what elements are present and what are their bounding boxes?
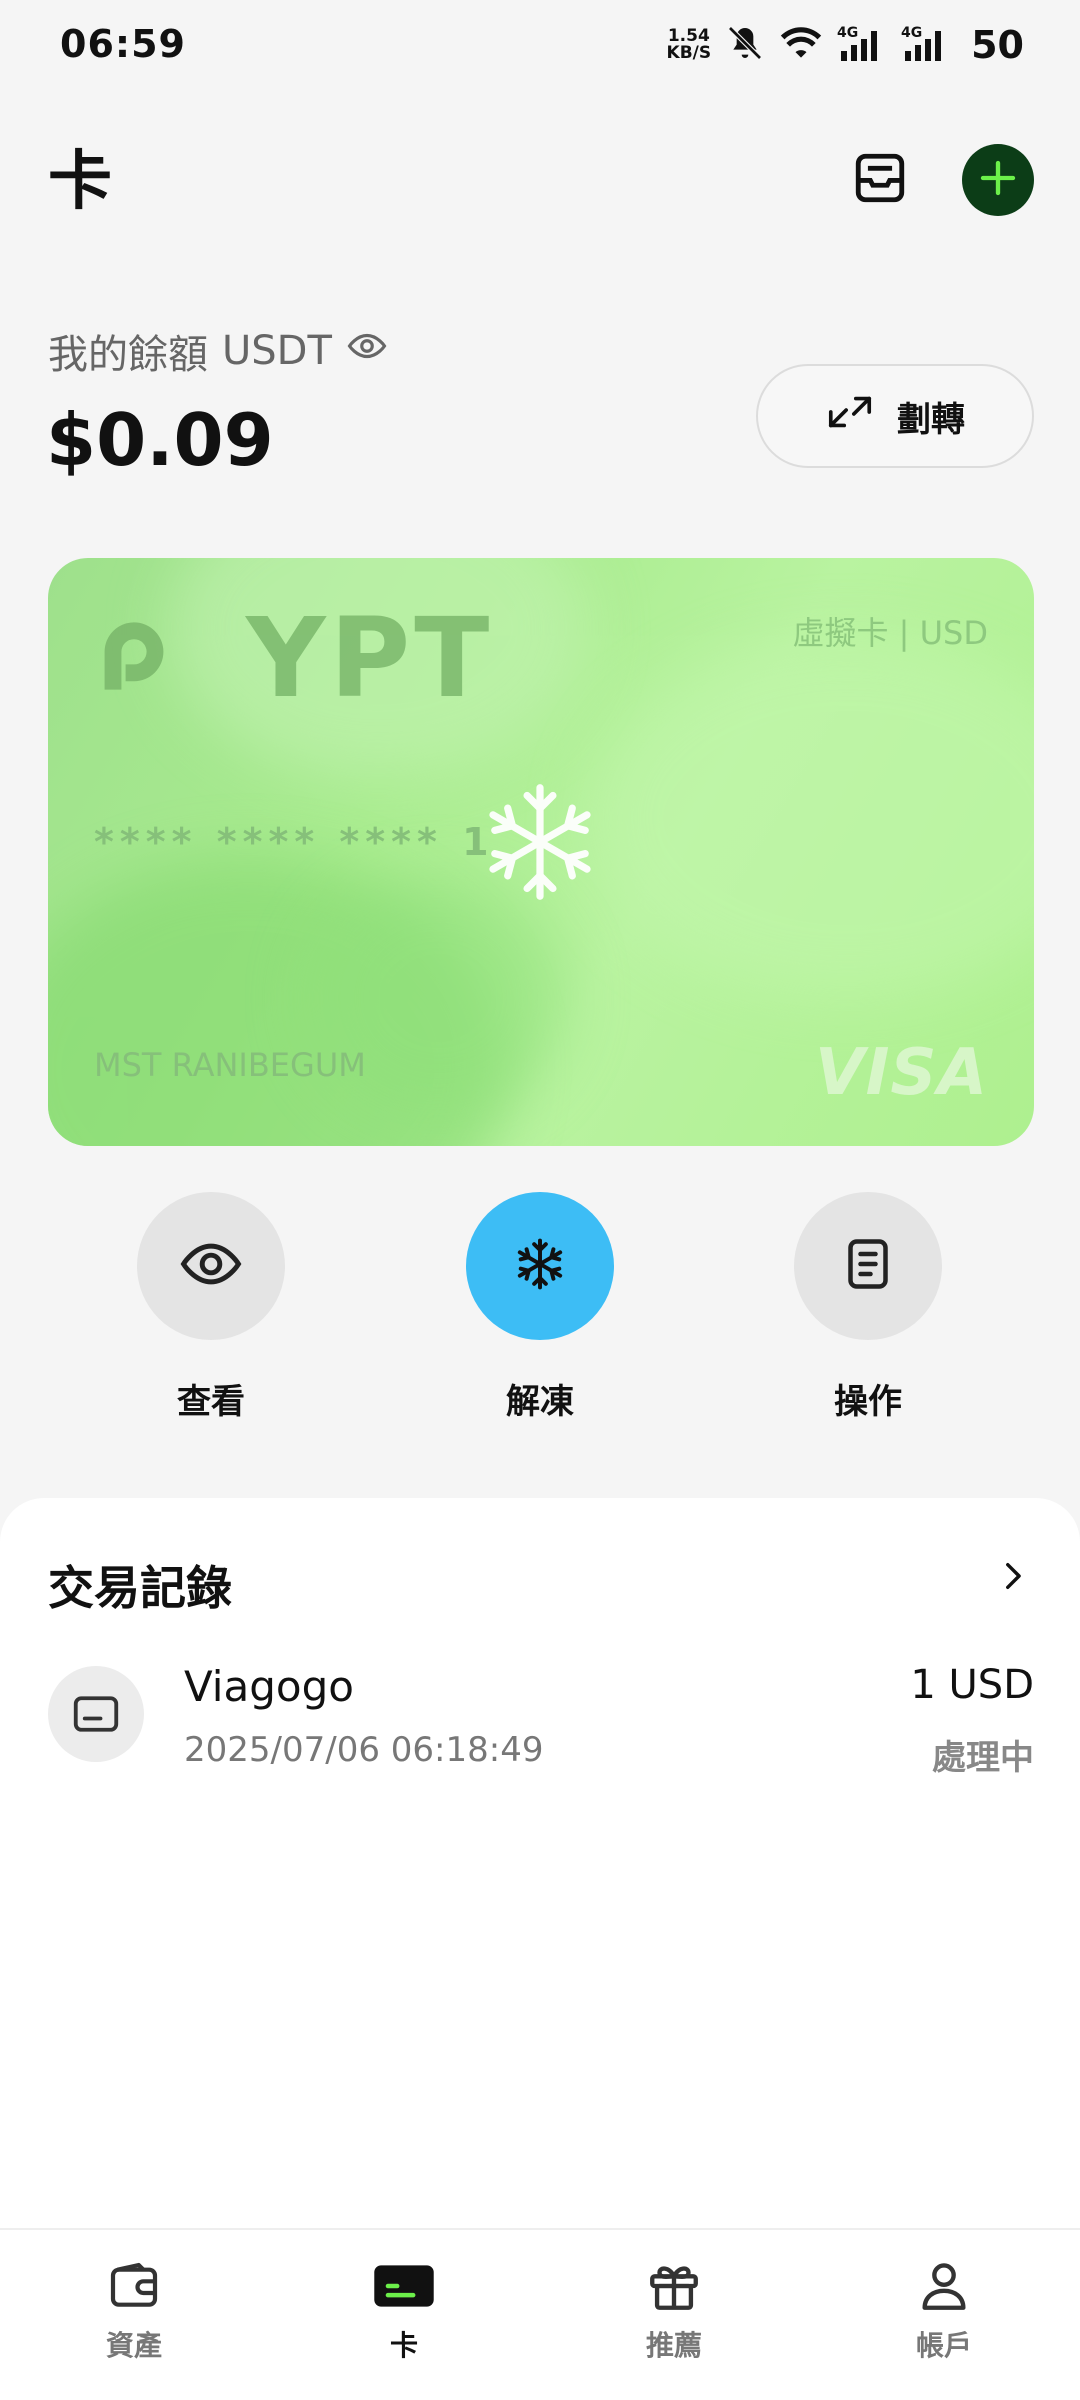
nav-label-account: 帳戶 bbox=[915, 2329, 972, 2362]
nav-item-referral[interactable]: 推薦 bbox=[594, 2256, 754, 2364]
svg-text:4G: 4G bbox=[901, 25, 922, 41]
card-brand: YPT bbox=[246, 594, 494, 722]
card-icon bbox=[48, 1666, 144, 1762]
unfreeze-card-action[interactable]: 解凍 bbox=[466, 1192, 614, 1423]
frozen-snowflake-icon bbox=[478, 780, 602, 904]
unfreeze-label: 解凍 bbox=[506, 1382, 574, 1422]
eye-icon bbox=[178, 1231, 244, 1301]
inbox-button[interactable] bbox=[844, 144, 916, 216]
transaction-merchant: Viagogo bbox=[184, 1662, 354, 1711]
signal-4g-icon-2: 4G bbox=[901, 23, 951, 67]
card-icon bbox=[372, 2256, 436, 2316]
snowflake-icon bbox=[512, 1236, 568, 1296]
virtual-card[interactable]: YPT 虛擬卡 | USD **** **** **** 1 MST RANIB… bbox=[48, 558, 1034, 1146]
svg-text:4G: 4G bbox=[837, 25, 858, 41]
transfer-label: 劃轉 bbox=[897, 399, 965, 440]
operations-action[interactable]: 操作 bbox=[794, 1192, 942, 1423]
mute-icon bbox=[725, 23, 765, 67]
nav-item-account[interactable]: 帳戶 bbox=[864, 2256, 1024, 2364]
page-title: 卡 bbox=[48, 145, 112, 219]
battery-level: 50 bbox=[971, 23, 1024, 67]
network-speed: 1.54 KB/S bbox=[666, 26, 712, 63]
transaction-status: 處理中 bbox=[932, 1738, 1034, 1778]
document-icon bbox=[838, 1234, 898, 1298]
card-logo: YPT bbox=[92, 594, 493, 722]
transaction-date: 2025/07/06 06:18:49 bbox=[184, 1730, 544, 1770]
balance-amount: $0.09 bbox=[46, 398, 274, 482]
operations-label: 操作 bbox=[834, 1382, 902, 1422]
card-type: 虛擬卡 | USD bbox=[792, 614, 988, 652]
wifi-icon bbox=[779, 23, 823, 67]
nav-item-card[interactable]: 卡 bbox=[324, 2256, 484, 2364]
gift-icon bbox=[642, 2256, 706, 2316]
brand-logo-icon bbox=[92, 614, 176, 702]
nav-item-assets[interactable]: 資產 bbox=[54, 2256, 214, 2364]
view-label: 查看 bbox=[177, 1382, 245, 1422]
eye-toggle-icon[interactable] bbox=[346, 325, 388, 377]
nav-label-card: 卡 bbox=[389, 2329, 418, 2362]
status-time: 06:59 bbox=[60, 22, 186, 66]
signal-4g-icon: 4G bbox=[837, 23, 887, 67]
transactions-title: 交易記錄 bbox=[48, 1561, 232, 1615]
transactions-panel: 交易記錄 Viagogo 2025/07/06 06:18:49 1 USD 處… bbox=[0, 1498, 1080, 2228]
status-indicators: 1.54 KB/S 4G 4G 50 bbox=[667, 20, 1024, 70]
transactions-more-button[interactable] bbox=[982, 1548, 1042, 1608]
inbox-icon bbox=[851, 149, 909, 211]
visa-logo: VISA bbox=[815, 1036, 988, 1110]
nav-label-assets: 資產 bbox=[105, 2329, 162, 2362]
transfer-button[interactable]: 劃轉 bbox=[756, 364, 1034, 468]
view-card-action[interactable]: 查看 bbox=[137, 1192, 285, 1423]
user-icon bbox=[912, 2256, 976, 2316]
bottom-nav: 資產 卡 推薦 帳戶 bbox=[0, 2228, 1080, 2400]
chevron-right-icon bbox=[995, 1559, 1029, 1597]
transfer-icon bbox=[825, 392, 875, 441]
unfreeze-button[interactable] bbox=[466, 1192, 614, 1340]
status-bar: 06:59 1.54 KB/S 4G 4G 50 bbox=[0, 0, 1080, 92]
nav-label-referral: 推薦 bbox=[645, 2329, 702, 2362]
plus-icon bbox=[978, 158, 1018, 202]
card-number: **** **** **** 1 bbox=[94, 820, 495, 864]
wallet-icon bbox=[102, 2256, 166, 2316]
balance-label: 我的餘額 USDT bbox=[48, 322, 388, 380]
add-card-button[interactable] bbox=[962, 144, 1034, 216]
operations-button[interactable] bbox=[794, 1192, 942, 1340]
transaction-amount: 1 USD bbox=[910, 1662, 1034, 1708]
card-holder-name: MST RANIBEGUM bbox=[94, 1046, 366, 1084]
view-button[interactable] bbox=[137, 1192, 285, 1340]
transaction-row[interactable]: Viagogo 2025/07/06 06:18:49 1 USD 處理中 bbox=[48, 1660, 1034, 1790]
